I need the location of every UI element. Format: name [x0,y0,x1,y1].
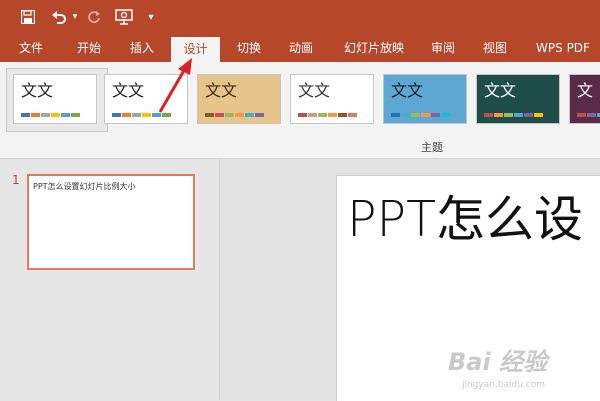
color-swatch [524,113,533,117]
theme-sample-text: 文文 [298,81,331,100]
tab-review[interactable]: 审阅 [418,34,468,62]
color-swatch [534,113,543,117]
color-swatch [245,113,254,117]
annotation-arrow-icon [158,58,192,113]
undo-icon[interactable] [48,6,70,28]
ribbon-design-panel: 文文 文文 文文 文文 文文 文文文 主题 [0,62,600,159]
color-swatch [431,113,440,117]
theme-color-swatches [205,113,264,117]
color-swatch [298,113,307,117]
theme-thumbnail[interactable]: 文文 [13,74,97,124]
color-swatch [21,113,30,117]
tab-home[interactable]: 开始 [64,34,114,62]
color-swatch [112,113,121,117]
color-swatch [391,113,400,117]
theme-thumbnail[interactable]: 文文 [197,74,281,124]
theme-color-swatches [577,113,600,117]
color-swatch [441,113,450,117]
color-swatch [401,113,410,117]
color-swatch [587,113,596,117]
color-swatch [421,113,430,117]
color-swatch [41,113,50,117]
theme-thumbnail[interactable]: 文 [569,74,600,124]
color-swatch [235,113,244,117]
theme-sample-text: 文文 [205,81,238,100]
ribbon-tabs: 文件 开始 插入 设计 切换 动画 幻灯片放映 审阅 视图 WPS PDF [0,34,600,62]
color-swatch [348,113,357,117]
color-swatch [205,113,214,117]
color-swatch [577,113,586,117]
color-swatch [318,113,327,117]
undo-dropdown-icon[interactable]: ▾ [70,6,80,28]
present-from-start-icon[interactable] [112,6,136,28]
tab-animations[interactable]: 动画 [276,34,326,62]
color-swatch [484,113,493,117]
color-swatch [411,113,420,117]
themes-group-label: 主题 [421,141,443,154]
redo-icon[interactable] [84,6,104,28]
color-swatch [51,113,60,117]
title-bar: ▾ ▾ [0,0,600,34]
theme-sample-text: 文文 [391,81,424,100]
theme-color-swatches [484,113,543,117]
tab-view[interactable]: 视图 [470,34,520,62]
slide-number: 1 [12,173,20,187]
theme-sample-text: 文文 [21,81,54,100]
watermark-logo-text: Bai 经验 [448,348,548,376]
theme-sample-text: 文文 [112,81,145,100]
color-swatch [504,113,513,117]
save-icon[interactable] [16,6,40,28]
color-swatch [122,113,131,117]
tab-transitions[interactable]: 切换 [224,34,274,62]
color-swatch [132,113,141,117]
customize-qat-icon[interactable]: ▾ [144,6,158,28]
theme-thumbnail[interactable]: 文文 [383,74,467,124]
theme-color-swatches [298,113,357,117]
tab-file[interactable]: 文件 [6,34,56,62]
color-swatch [31,113,40,117]
color-swatch [215,113,224,117]
color-swatch [308,113,317,117]
theme-color-swatches [21,113,80,117]
color-swatch [71,113,80,117]
tab-wps-pdf[interactable]: WPS PDF [528,34,598,62]
color-swatch [494,113,503,117]
slide-thumbnail-text: PPT怎么设置幻灯片比例大小 [33,182,136,191]
watermark-url: jingyan.baidu.com [462,380,546,390]
slide-thumbnail[interactable]: PPT怎么设置幻灯片比例大小 [27,174,195,270]
color-swatch [61,113,70,117]
theme-thumbnail[interactable]: 文文 [290,74,374,124]
color-swatch [225,113,234,117]
baidu-watermark: Bai 经验 jingyan.baidu.com [440,340,595,395]
color-swatch [338,113,347,117]
theme-sample-text: 文 [577,81,594,100]
theme-sample-text: 文文 [484,81,517,100]
color-swatch [255,113,264,117]
tab-slideshow[interactable]: 幻灯片放映 [336,34,412,62]
theme-color-swatches [391,113,450,117]
color-swatch [514,113,523,117]
slide-title[interactable]: PPT怎么设 [347,180,583,251]
color-swatch [328,113,337,117]
theme-thumbnail[interactable]: 文文 [476,74,560,124]
